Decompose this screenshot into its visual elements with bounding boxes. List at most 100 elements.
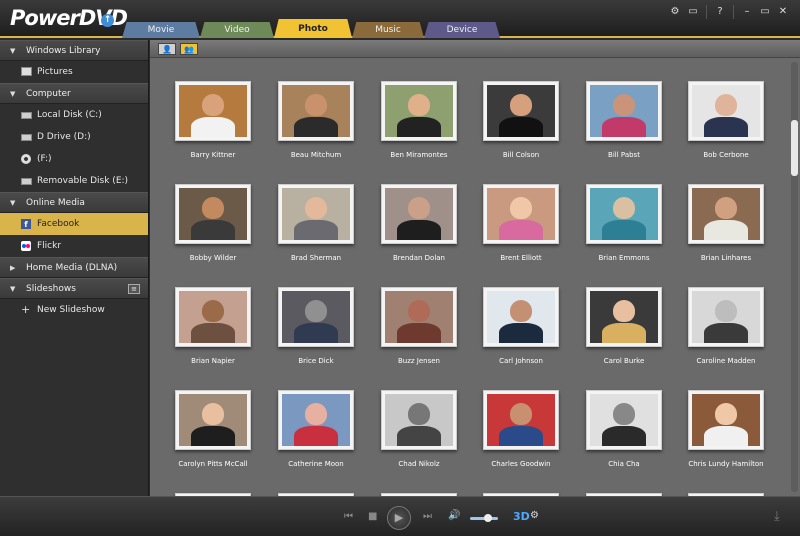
friend-card[interactable]: Barry Kittner — [173, 81, 253, 176]
volume-knob[interactable] — [484, 514, 492, 522]
friend-photo[interactable] — [483, 184, 559, 244]
friend-card[interactable]: Beau Mitchum — [276, 81, 356, 176]
next-icon[interactable]: ⏭ — [423, 511, 432, 522]
chevron-right-icon[interactable]: ▶ — [10, 258, 15, 278]
friend-photo[interactable] — [381, 81, 457, 141]
friend-photo[interactable] — [278, 287, 354, 347]
stop-icon[interactable]: ■ — [368, 511, 377, 522]
friend-photo[interactable] — [278, 81, 354, 141]
friend-card[interactable]: Brent Elliott — [481, 184, 561, 279]
friend-photo[interactable] — [175, 287, 251, 347]
play-button[interactable]: ▶ — [387, 506, 411, 530]
friend-name: Catherine Moon — [288, 460, 344, 468]
friend-name: Charles Goodwin — [491, 460, 551, 468]
help-icon[interactable]: ? — [711, 5, 729, 19]
friend-photo[interactable] — [381, 287, 457, 347]
tab-device[interactable]: Device — [424, 22, 500, 38]
friend-card[interactable]: Charles Goodwin — [481, 390, 561, 485]
chevron-down-icon[interactable]: ▼ — [10, 84, 15, 104]
friend-card[interactable]: Ben Miramontes — [379, 81, 459, 176]
friend-card[interactable]: Brendan Dolan — [379, 184, 459, 279]
section-windows-library[interactable]: ▼ Windows Library — [0, 40, 148, 61]
sidebar-item-removable-disk-e[interactable]: Removable Disk (E:) — [0, 170, 148, 192]
friend-name: Brad Sherman — [290, 254, 342, 262]
sidebar-item-new-slideshow[interactable]: + New Slideshow — [0, 299, 148, 321]
sidebar-item-flickr[interactable]: Flickr — [0, 235, 148, 257]
friend-name: Brian Linhares — [700, 254, 752, 262]
chevron-down-icon[interactable]: ▼ — [10, 193, 15, 213]
friend-card[interactable]: Brian Napier — [173, 287, 253, 382]
friend-card[interactable]: Chris Lundy Hamilton — [686, 390, 766, 485]
friend-card[interactable]: Carol Burke — [584, 287, 664, 382]
3d-button[interactable]: 3D — [513, 510, 530, 523]
tab-music[interactable]: Music — [352, 22, 424, 38]
friend-photo[interactable] — [483, 81, 559, 141]
friend-card[interactable]: Chia Cha — [584, 390, 664, 485]
section-slideshows[interactable]: ▼ Slideshows ≡ — [0, 278, 148, 299]
friend-card[interactable]: Catherine Moon — [276, 390, 356, 485]
close-icon[interactable]: ✕ — [774, 5, 792, 19]
friend-photo[interactable] — [278, 390, 354, 450]
friend-photo[interactable] — [586, 184, 662, 244]
scrollbar-thumb[interactable] — [791, 120, 798, 176]
friend-photo[interactable] — [586, 81, 662, 141]
friend-photo[interactable] — [688, 287, 764, 347]
sidebar-item-pictures[interactable]: Pictures — [0, 61, 148, 83]
friend-name: Bill Colson — [502, 151, 540, 159]
sidebar-item-label: Flickr — [37, 241, 62, 251]
previous-icon[interactable]: ⏮ — [344, 511, 353, 522]
friend-photo[interactable] — [278, 184, 354, 244]
minimize-icon[interactable]: – — [738, 5, 756, 19]
friend-card[interactable]: Bill Pabst — [584, 81, 664, 176]
single-person-icon[interactable]: 👤 — [158, 43, 176, 55]
sidebar-item--f[interactable]: (F:) — [0, 148, 148, 170]
friend-photo[interactable] — [175, 184, 251, 244]
friend-photo[interactable] — [586, 390, 662, 450]
friend-card[interactable]: Brian Linhares — [686, 184, 766, 279]
gear-icon[interactable]: ⚙ — [666, 5, 684, 19]
download-icon[interactable]: ⤓ — [774, 509, 780, 524]
chevron-down-icon[interactable]: ▼ — [10, 41, 15, 61]
friend-card[interactable]: Bobby Wilder — [173, 184, 253, 279]
section-online-media[interactable]: ▼ Online Media — [0, 192, 148, 213]
volume-icon[interactable]: 🔊 — [448, 510, 460, 521]
friend-card[interactable]: Buzz Jensen — [379, 287, 459, 382]
chevron-down-icon[interactable]: ▼ — [10, 279, 15, 299]
tv-icon[interactable]: ▭ — [684, 5, 702, 19]
friend-card[interactable]: Bob Cerbone — [686, 81, 766, 176]
sidebar-item-d-drive-d[interactable]: D Drive (D:) — [0, 126, 148, 148]
tab-video[interactable]: Video — [200, 22, 274, 38]
friend-card[interactable]: Bill Colson — [481, 81, 561, 176]
friend-photo[interactable] — [381, 390, 457, 450]
tab-photo[interactable]: Photo — [274, 19, 352, 38]
friend-card[interactable]: Brice Dick — [276, 287, 356, 382]
friend-photo[interactable] — [381, 184, 457, 244]
friend-photo[interactable] — [688, 184, 764, 244]
friend-card[interactable]: Carolyn Pitts McCall — [173, 390, 253, 485]
section-home-media-dlna-[interactable]: ▶ Home Media (DLNA) — [0, 257, 148, 278]
sidebar-item-local-disk-c[interactable]: Local Disk (C:) — [0, 104, 148, 126]
friend-card[interactable]: Brian Emmons — [584, 184, 664, 279]
friends-icon[interactable]: 👥 — [180, 43, 198, 55]
friend-photo[interactable] — [175, 390, 251, 450]
friend-photo[interactable] — [688, 390, 764, 450]
friend-photo[interactable] — [175, 81, 251, 141]
friend-card[interactable]: Chad Nikolz — [379, 390, 459, 485]
friend-card[interactable]: Caroline Madden — [686, 287, 766, 382]
list-menu-icon[interactable]: ≡ — [128, 284, 140, 294]
friend-photo[interactable] — [586, 287, 662, 347]
friend-photo[interactable] — [483, 287, 559, 347]
tab-movie[interactable]: Movie — [122, 22, 200, 38]
3d-settings-icon[interactable]: ⚙ — [530, 510, 539, 521]
friend-photo[interactable] — [688, 81, 764, 141]
scrollbar[interactable] — [791, 62, 798, 492]
section-computer[interactable]: ▼ Computer — [0, 83, 148, 104]
friend-card[interactable]: Carl Johnson — [481, 287, 561, 382]
friend-photo[interactable] — [483, 390, 559, 450]
up-arrow-icon[interactable]: ↑ — [101, 14, 114, 27]
pictures-icon — [21, 67, 32, 76]
maximize-icon[interactable]: ▭ — [756, 5, 774, 19]
sidebar-item-facebook[interactable]: f Facebook — [0, 213, 148, 235]
friend-card[interactable]: Brad Sherman — [276, 184, 356, 279]
friend-name: Barry Kittner — [190, 151, 236, 159]
